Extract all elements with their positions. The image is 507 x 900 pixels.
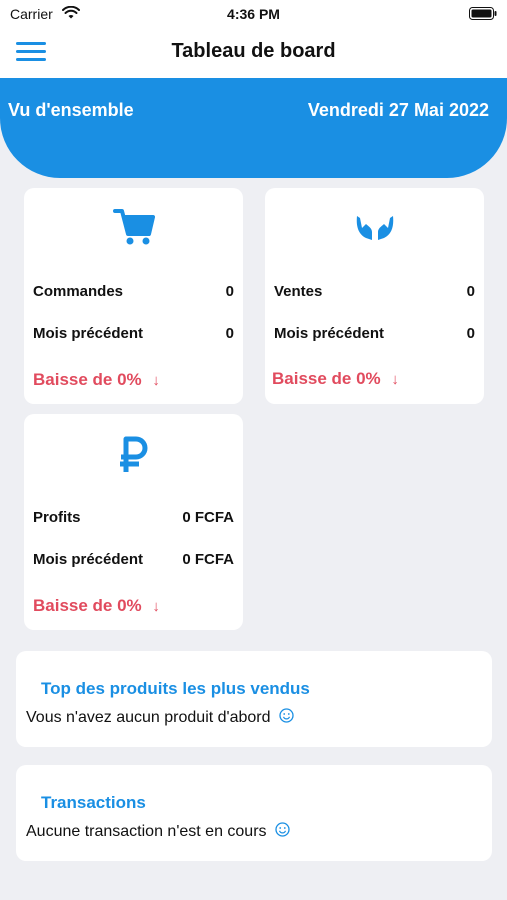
arrow-down-icon: ↓ [152,598,160,615]
sales-trend-text: Baisse de 0% [272,369,381,388]
orders-value: 0 [225,283,234,300]
sales-value: 0 [466,283,475,300]
nav-bar: Tableau de board [0,28,507,78]
arrow-down-icon: ↓ [391,371,399,388]
orders-prev-row: Mois précédent 0 [33,325,234,342]
orders-prev-value: 0 [225,325,234,342]
top-products-title: Top des produits les plus vendus [41,679,310,698]
top-products-panel[interactable]: Top des produits les plus vendus Vous n'… [16,651,492,747]
orders-prev-label: Mois précédent [33,325,144,342]
profits-row: Profits 0 FCFA [33,509,234,526]
ruble-icon [24,436,243,479]
sales-row: Ventes 0 [274,283,475,300]
orders-card[interactable]: Commandes 0 Mois précédent 0 Baisse de 0… [24,188,243,404]
profits-card[interactable]: Profits 0 FCFA Mois précédent 0 FCFA Bai… [24,414,243,630]
hands-icon [265,212,484,249]
status-time: 4:36 PM [227,6,280,22]
orders-row: Commandes 0 [33,283,234,300]
profits-prev-row: Mois précédent 0 FCFA [33,551,234,568]
sales-prev-label: Mois précédent [274,325,385,342]
smile-icon [279,708,294,723]
profits-prev-label: Mois précédent [33,551,144,568]
overview-label: Vu d'ensemble [8,100,134,120]
top-products-message: Vous n'avez aucun produit d'abord [26,709,271,726]
smile-icon [275,822,290,837]
orders-trend-text: Baisse de 0% [33,370,142,389]
page-title: Tableau de board [171,40,336,62]
current-date: Vendredi 27 Mai 2022 [307,100,489,120]
profits-prev-value: 0 FCFA [182,551,234,568]
transactions-title: Transactions [41,793,146,812]
orders-label: Commandes [33,283,124,300]
transactions-panel[interactable]: Transactions Aucune transaction n'est en… [16,765,492,861]
profits-value: 0 FCFA [182,509,234,526]
status-bar: Carrier 4:36 PM [0,0,507,28]
sales-prev-value: 0 [466,325,475,342]
cart-icon [24,208,243,251]
transactions-message: Aucune transaction n'est en cours [26,823,267,840]
top-products-message-row: Vous n'avez aucun produit d'abord [26,708,294,727]
battery-icon [469,7,497,20]
profits-trend-text: Baisse de 0% [33,596,142,615]
profits-trend: Baisse de 0% ↓ [33,596,160,616]
overview-banner: Vu d'ensemble Vendredi 27 Mai 2022 [0,78,507,178]
sales-prev-row: Mois précédent 0 [274,325,475,342]
sales-card[interactable]: Ventes 0 Mois précédent 0 Baisse de 0% ↓ [265,188,484,404]
arrow-down-icon: ↓ [152,372,160,389]
transactions-message-row: Aucune transaction n'est en cours [26,822,290,841]
sales-label: Ventes [274,283,323,300]
orders-trend: Baisse de 0% ↓ [33,370,160,390]
profits-label: Profits [33,509,81,526]
sales-trend: Baisse de 0% ↓ [272,369,399,389]
